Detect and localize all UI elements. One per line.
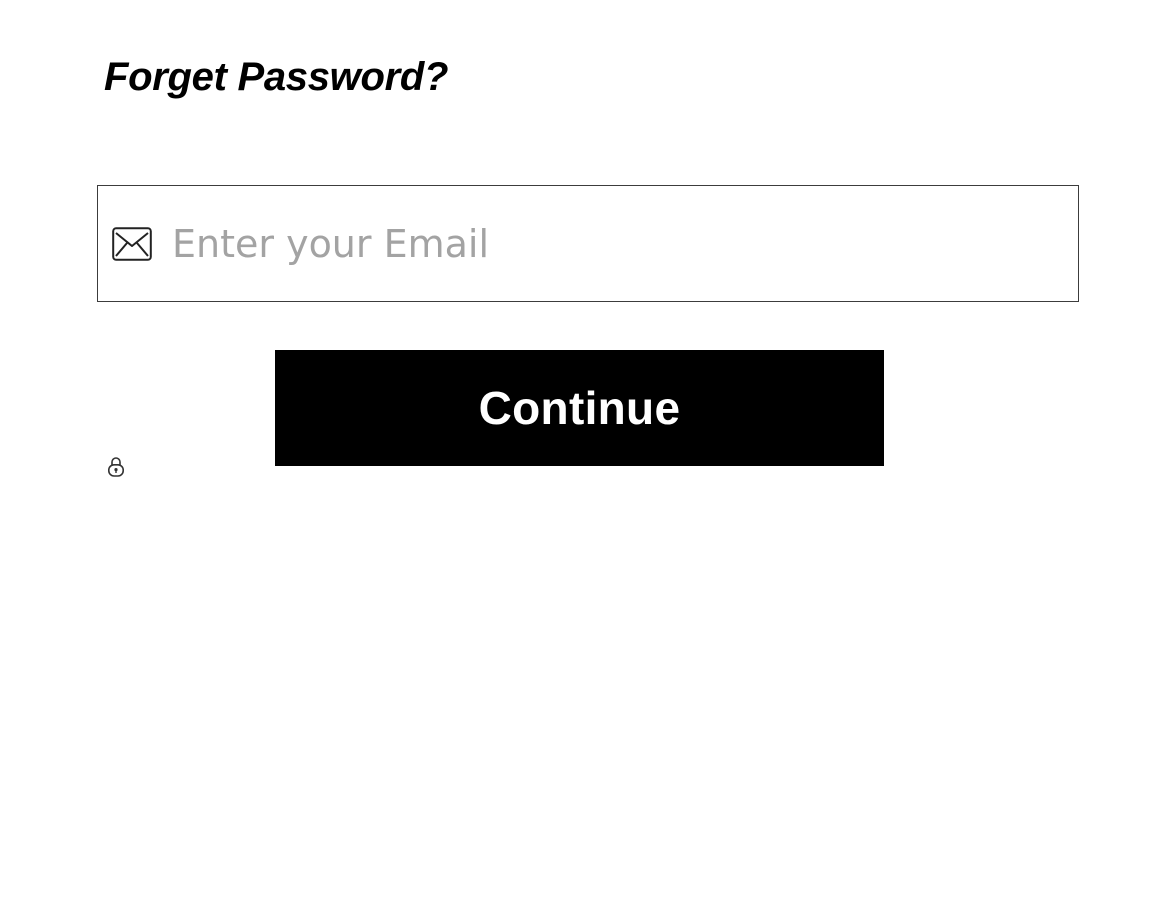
email-field[interactable]: [97, 185, 1079, 302]
mail-icon: [112, 227, 152, 261]
forgot-password-page: Forget Password? Continue: [0, 0, 1155, 912]
continue-button[interactable]: Continue: [275, 350, 884, 466]
lock-icon[interactable]: [107, 456, 125, 477]
page-title: Forget Password?: [104, 55, 449, 99]
email-input[interactable]: [172, 214, 1052, 274]
